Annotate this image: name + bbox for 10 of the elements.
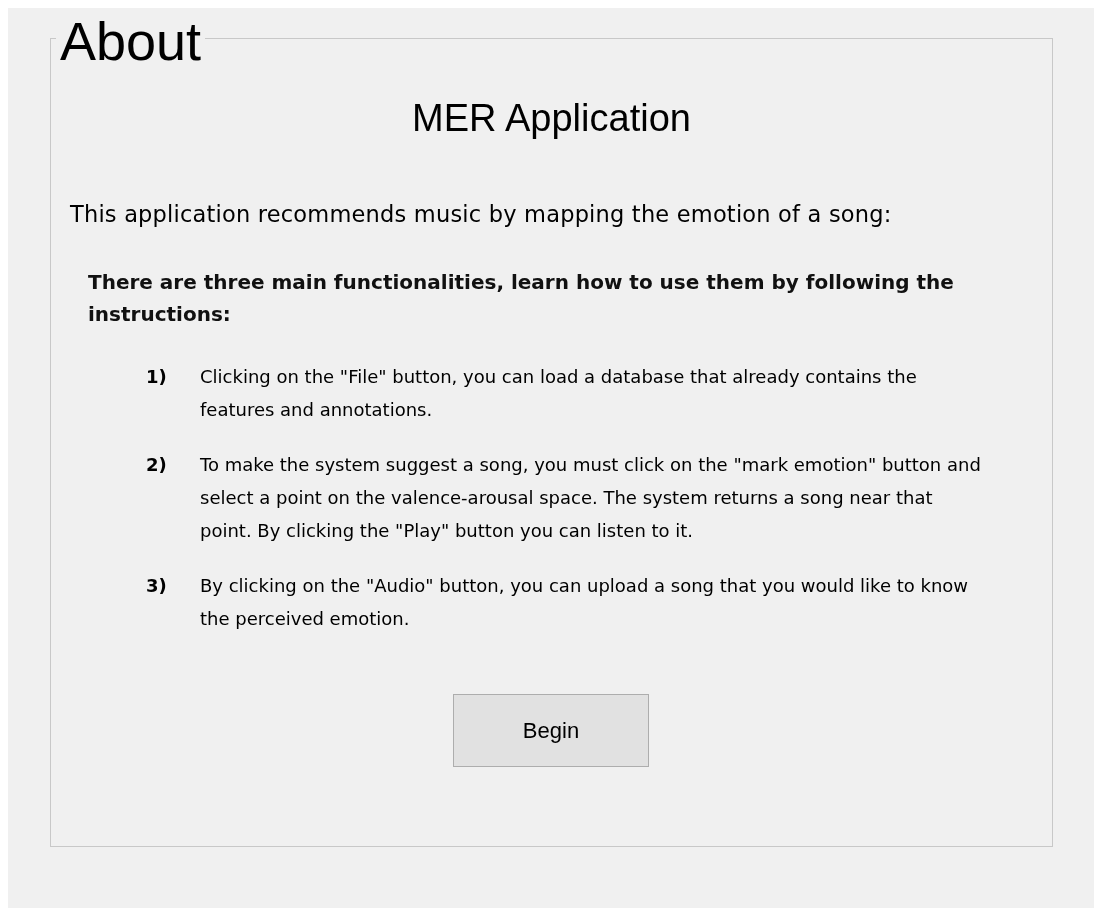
intro-text: This application recommends music by mapping the emotion of a song: bbox=[70, 200, 893, 229]
instruction-text: To make the system suggest a song, you must click on the "mark emotion" button and select a point on the valence-arousal space. The system returns a song near that point. By clicking the "Play" button you can listen to it. bbox=[200, 453, 982, 543]
instruction-text: Clicking on the "File" button, you can load a database that already contains the features and annotations. bbox=[200, 365, 918, 422]
instruction-text: By clicking on the "Audio" button, you can upload a song that you would like to know the perceived emotion. bbox=[200, 574, 970, 631]
app-heading: MER Application bbox=[412, 96, 691, 141]
begin-button[interactable]: Begin bbox=[453, 694, 649, 767]
item-number: 2) bbox=[146, 453, 168, 477]
item-number: 3) bbox=[146, 574, 168, 598]
subheading-text: There are three main functionalities, learn how to use them by following the instructions: bbox=[88, 269, 955, 328]
item-number: 1) bbox=[146, 365, 168, 389]
